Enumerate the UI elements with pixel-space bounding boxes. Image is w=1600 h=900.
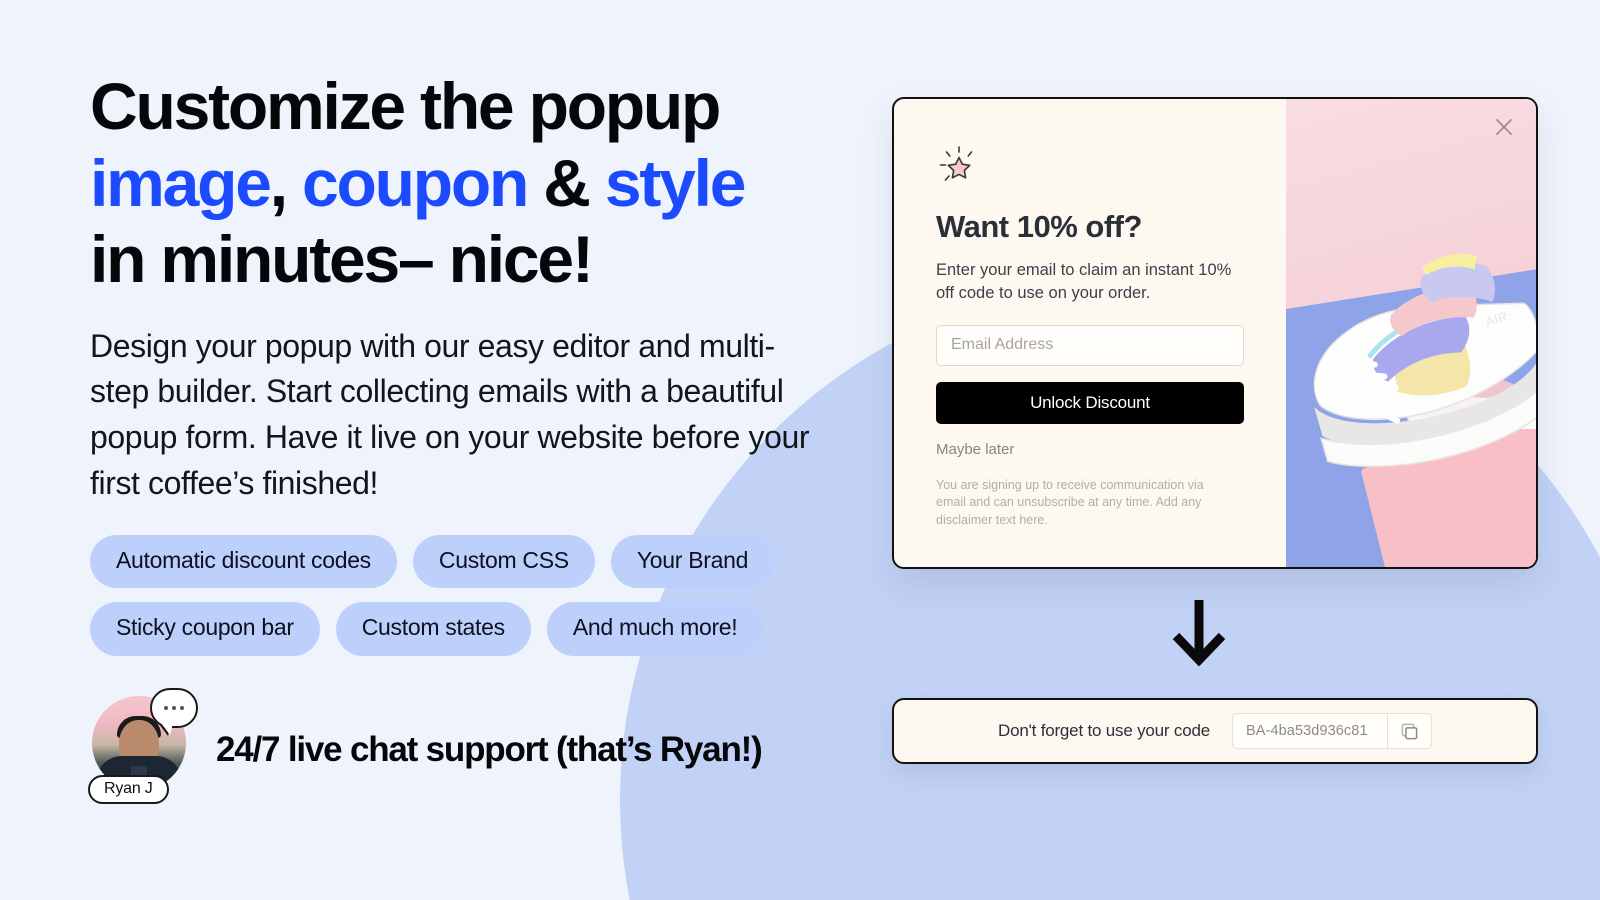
maybe-later-link[interactable]: Maybe later (936, 441, 1246, 458)
support-row: Ryan J 24/7 live chat support (that’s Ry… (88, 687, 850, 804)
headline-accent-image: image (90, 145, 272, 220)
page-title: Customize the popup image, coupon & styl… (90, 68, 850, 298)
feature-pill[interactable]: Sticky coupon bar (90, 602, 320, 656)
feature-pill[interactable]: And much more! (546, 602, 764, 656)
feature-pill-list: Automatic discount codes Custom CSS Your… (90, 534, 850, 656)
popup-subtitle: Enter your email to claim an instant 10%… (936, 261, 1232, 302)
popup-image-pane: AIR (1286, 99, 1536, 567)
avatar-name-badge: Ryan J (88, 774, 169, 804)
popup-title: Want 10% off? (936, 209, 1142, 244)
coupon-code-value: BA-4ba53d936c81 (1245, 723, 1368, 739)
sparkle-star-icon (939, 146, 973, 181)
feature-pill[interactable]: Your Brand (610, 534, 775, 589)
hero-body-text: Design your popup with our easy editor a… (90, 327, 810, 501)
coupon-code-field[interactable]: BA-4ba53d936c81 (1231, 713, 1432, 749)
coupon-bar-label: Don't forget to use your code (998, 721, 1210, 740)
headline-accent-coupon: coupon (302, 145, 529, 220)
chat-dots-icon (150, 687, 198, 728)
page-root: Customize the popup image, coupon & styl… (0, 0, 1600, 900)
popup-preview-card: Want 10% off? Enter your email to claim … (892, 97, 1538, 569)
sticky-coupon-bar: Don't forget to use your code BA-4ba53d9… (892, 698, 1538, 764)
headline-line-1: Customize the popup (90, 69, 721, 143)
copy-icon[interactable] (1386, 714, 1431, 748)
hero-left-column: Customize the popup image, coupon & styl… (88, 68, 850, 804)
headline-ampersand: & (543, 145, 591, 220)
email-field[interactable] (936, 324, 1244, 366)
unlock-discount-button[interactable]: Unlock Discount (936, 381, 1244, 424)
avatar: Ryan J (88, 687, 198, 804)
popup-content-pane: Want 10% off? Enter your email to claim … (894, 99, 1286, 567)
feature-pill[interactable]: Custom states (335, 602, 531, 656)
headline-accent-style: style (604, 145, 747, 220)
popup-disclaimer: You are signing up to receive communicat… (936, 477, 1204, 528)
support-caption: 24/7 live chat support (that’s Ryan!) (216, 729, 763, 769)
feature-pill[interactable]: Automatic discount codes (90, 534, 397, 589)
feature-pill[interactable]: Custom CSS (412, 534, 595, 589)
headline-comma: , (269, 145, 288, 220)
close-icon[interactable] (1492, 115, 1516, 139)
product-photo-sneaker-front: AIR (1313, 253, 1536, 468)
arrow-down-icon (1172, 600, 1226, 666)
headline-line-3: in minutes– nice! (90, 222, 594, 297)
